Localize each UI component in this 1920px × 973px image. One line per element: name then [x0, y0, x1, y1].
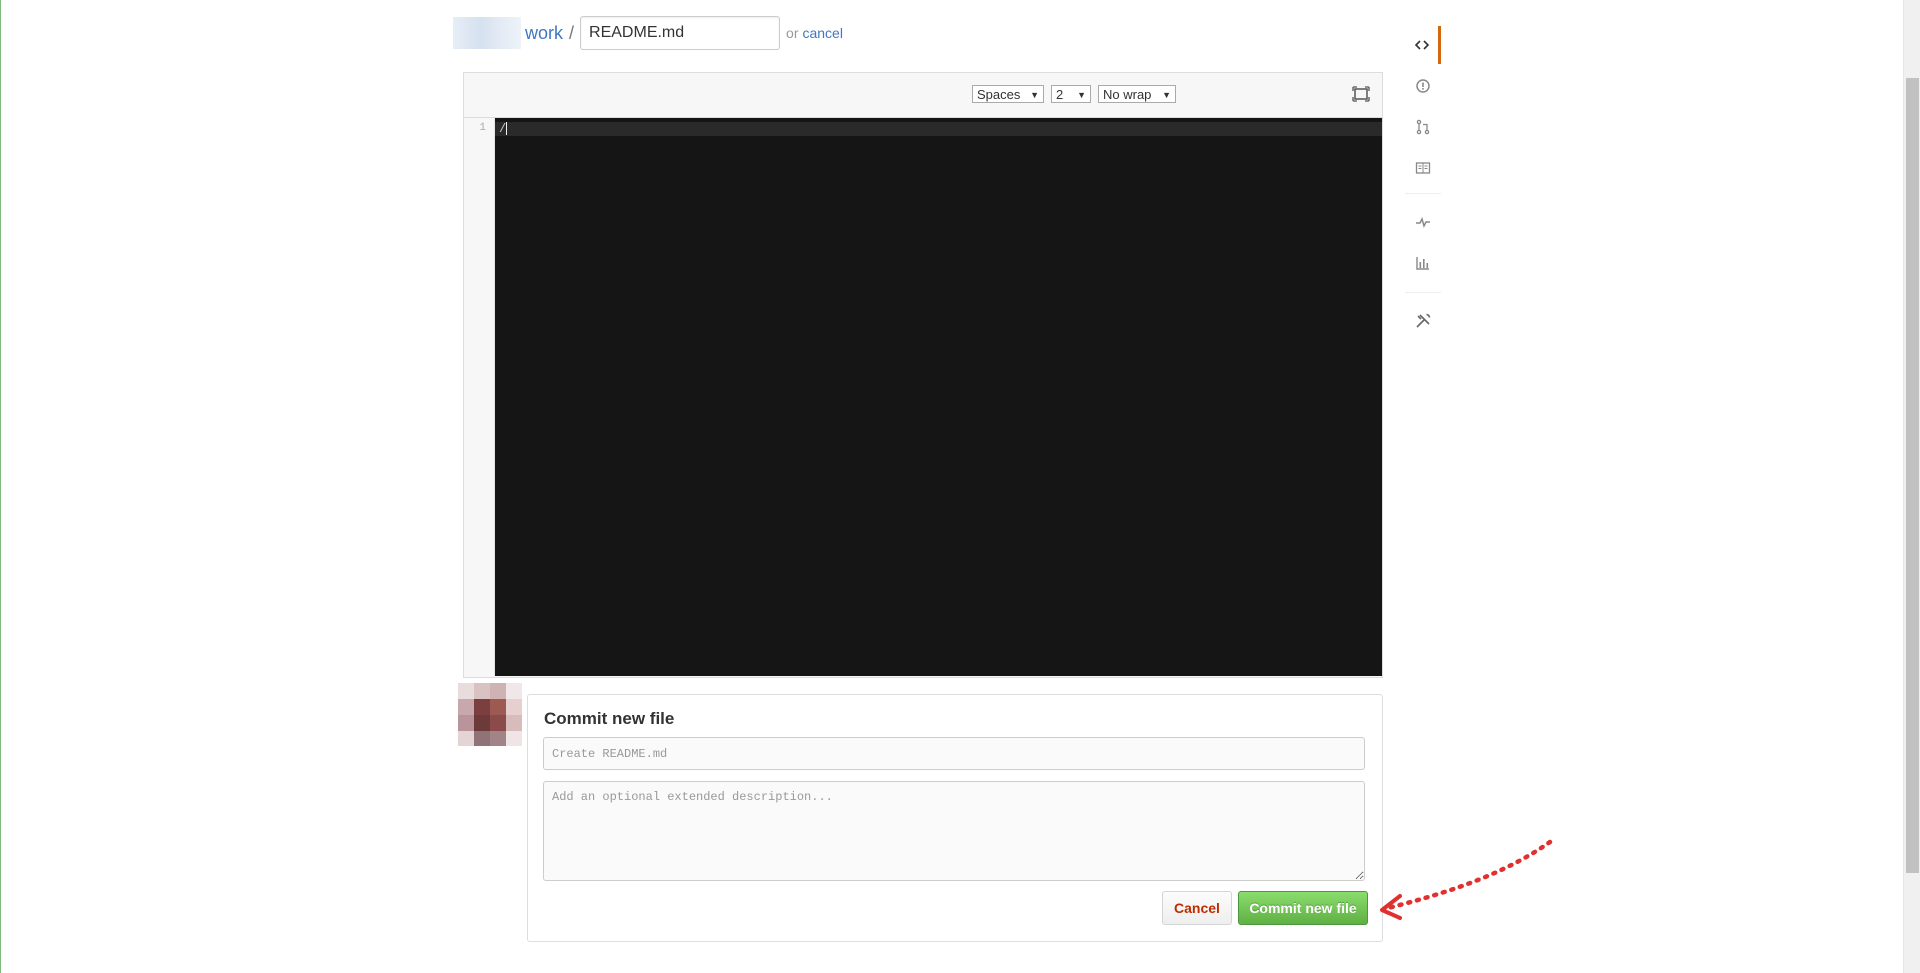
- commit-summary-input[interactable]: [543, 737, 1365, 770]
- code-icon: [1414, 40, 1429, 50]
- nav-separator: [1405, 292, 1441, 293]
- indent-mode-select[interactable]: Spaces ▼: [972, 85, 1044, 103]
- nav-pulse[interactable]: [1405, 203, 1441, 241]
- commit-description-textarea[interactable]: [543, 781, 1365, 881]
- commit-form: Commit new file Cancel Commit new file: [527, 694, 1383, 942]
- annotation-arrow: [1370, 830, 1560, 935]
- repo-owner-blurred: [453, 17, 521, 49]
- indent-mode-value: Spaces: [977, 87, 1021, 102]
- wrap-mode-select[interactable]: No wrap ▼: [1098, 85, 1176, 103]
- cancel-link[interactable]: cancel: [802, 25, 842, 41]
- dropdown-arrow-icon: ▼: [1162, 90, 1171, 100]
- commit-new-file-button[interactable]: Commit new file: [1238, 891, 1368, 925]
- issue-icon: [1416, 79, 1430, 93]
- graph-icon: [1416, 257, 1429, 270]
- nav-separator: [1405, 193, 1441, 194]
- fullscreen-icon[interactable]: [1351, 84, 1371, 104]
- indent-size-value: 2: [1056, 87, 1064, 102]
- code-editor-area[interactable]: /: [495, 118, 1382, 676]
- filename-input[interactable]: [580, 16, 781, 50]
- wiki-icon: [1415, 162, 1431, 174]
- nav-graphs[interactable]: [1405, 244, 1441, 282]
- settings-icon: [1416, 313, 1431, 328]
- code-line-content: /: [499, 122, 507, 136]
- path-separator: /: [569, 22, 575, 43]
- line-number: 1: [479, 122, 486, 134]
- pulse-icon: [1416, 216, 1430, 229]
- window-left-edge: [0, 0, 1, 973]
- pull-request-icon: [1416, 119, 1430, 135]
- or-text: or: [786, 25, 799, 41]
- indent-size-select[interactable]: 2 ▼: [1051, 85, 1091, 103]
- commit-title: Commit new file: [544, 709, 675, 728]
- cancel-button[interactable]: Cancel: [1162, 891, 1232, 925]
- active-line-highlight: [495, 122, 1382, 136]
- nav-settings[interactable]: [1405, 302, 1441, 340]
- file-editor: Spaces ▼ 2 ▼ No wrap ▼ 1 /: [463, 72, 1383, 678]
- code-line: /: [499, 122, 508, 136]
- repo-nav: [1405, 17, 1441, 347]
- text-cursor: [506, 122, 508, 136]
- nav-issues[interactable]: [1405, 67, 1441, 105]
- scrollbar-thumb[interactable]: [1906, 78, 1919, 873]
- line-gutter: 1: [464, 118, 495, 676]
- breadcrumb: work / or cancel: [453, 14, 843, 52]
- avatar: [458, 683, 522, 746]
- page-scrollbar[interactable]: [1903, 0, 1920, 973]
- repo-link[interactable]: work: [525, 23, 563, 44]
- dropdown-arrow-icon: ▼: [1030, 90, 1039, 100]
- nav-wiki[interactable]: [1405, 149, 1441, 187]
- dropdown-arrow-icon: ▼: [1077, 90, 1086, 100]
- editor-toolbar: Spaces ▼ 2 ▼ No wrap ▼: [464, 73, 1382, 118]
- nav-pull-requests[interactable]: [1405, 108, 1441, 146]
- nav-code[interactable]: [1405, 26, 1441, 64]
- wrap-mode-value: No wrap: [1103, 87, 1152, 102]
